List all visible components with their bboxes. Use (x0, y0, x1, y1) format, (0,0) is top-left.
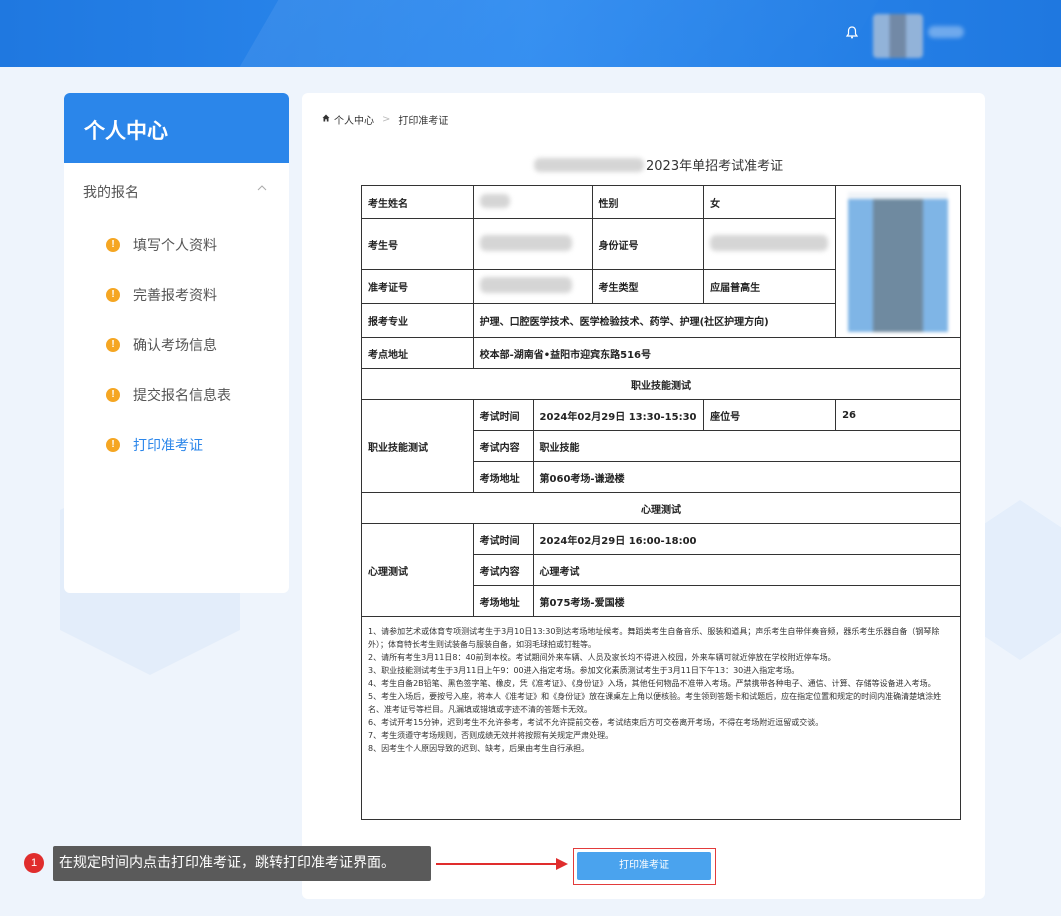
voc-room-label: 考场地址 (472, 461, 534, 493)
voc-seat-value: 26 (835, 399, 961, 431)
user-avatar[interactable] (873, 14, 923, 58)
ticket-title-text: 2023年单招考试准考证 (646, 159, 784, 174)
gender-label: 性别 (591, 185, 705, 219)
main-panel: 个人中心 > 打印准考证 2023年单招考试准考证 考生姓名 性别 女 考生号 … (302, 93, 985, 899)
major-value: 护理、口腔医学技术、医学检验技术、药学、护理(社区护理方向) (472, 303, 837, 338)
examinee-no-label: 考生号 (361, 218, 474, 270)
note-item: 5、考生入场后，要按号入座，将本人《准考证》和《身份证》放在课桌左上角以便核验。… (368, 692, 942, 714)
site-label: 考点地址 (361, 337, 474, 369)
vocational-row-label: 职业技能测试 (361, 399, 474, 493)
note-item: 1、请参加艺术或体育专项测试考生于3月10日13:30到达考场地址候考。舞蹈类考… (368, 627, 940, 649)
note-item: 4、考生自备2B铅笔、黑色签字笔、橡皮，凭《准考证》、《身份证》入场，其他任何物… (368, 679, 936, 688)
home-icon (322, 114, 330, 125)
breadcrumb-separator: > (382, 114, 391, 125)
psych-room-value: 第075考场-爱国楼 (532, 585, 962, 617)
exam-notes: 1、请参加艺术或体育专项测试考生于3月10日13:30到达考场地址候考。舞蹈类考… (361, 616, 961, 820)
voc-seat-label: 座位号 (703, 399, 837, 431)
bell-icon[interactable] (845, 26, 859, 40)
examinee-no-value (472, 218, 593, 270)
warning-icon: ! (106, 388, 120, 402)
major-label: 报考专业 (361, 303, 474, 338)
breadcrumb-home[interactable]: 个人中心 (334, 112, 374, 127)
sidebar-title: 个人中心 (64, 93, 289, 163)
warning-icon: ! (106, 238, 120, 252)
psych-content-value: 心理考试 (532, 554, 962, 586)
warning-icon: ! (106, 288, 120, 302)
header-decoration (220, 0, 902, 67)
sidebar-item-label: 提交报名信息表 (133, 388, 231, 404)
id-value (703, 218, 837, 270)
sidebar-item-label: 完善报考资料 (133, 288, 217, 304)
voc-room-value: 第060考场-谦逊楼 (532, 461, 962, 493)
step-badge: 1 (24, 853, 44, 873)
sidebar-item-label: 确认考场信息 (133, 338, 217, 354)
psych-time-value: 2024年02月29日 16:00-18:00 (532, 523, 962, 555)
ticket-title: 2023年单招考试准考证 (534, 155, 783, 174)
name-value (472, 185, 593, 219)
note-item: 8、因考生个人原因导致的迟到、缺考，后果由考生自行承担。 (368, 744, 590, 753)
arrow-head-icon (556, 858, 568, 870)
sidebar-item-label: 填写个人资料 (133, 238, 217, 254)
name-label: 考生姓名 (361, 185, 474, 219)
warning-icon: ! (106, 338, 120, 352)
psych-section-title: 心理测试 (361, 492, 961, 524)
sidebar: 个人中心 我的报名 ! 填写个人资料 ! 完善报考资料 ! 确认考场信息 ! 提… (64, 93, 289, 593)
voc-content-value: 职业技能 (532, 430, 962, 462)
type-value: 应届普高生 (703, 269, 837, 304)
sidebar-item-label: 打印准考证 (133, 438, 203, 454)
voc-time-label: 考试时间 (472, 399, 534, 431)
type-label: 考生类型 (591, 269, 705, 304)
school-name-blurred (534, 157, 644, 172)
chevron-up-icon[interactable] (257, 183, 267, 193)
sidebar-group-my-registration[interactable]: 我的报名 (83, 182, 139, 202)
breadcrumb: 个人中心 > 打印准考证 (322, 112, 448, 127)
note-item: 7、考生须遵守考场规则，否则成绩无效并将按照有关规定严肃处理。 (368, 731, 614, 740)
psych-time-label: 考试时间 (472, 523, 534, 555)
annotation-arrow (436, 863, 558, 865)
note-item: 2、请所有考生3月11日8：40前到本校。考试期间外来车辆、人员及家长均不得进入… (368, 653, 836, 662)
sidebar-item-fill-personal-info[interactable]: ! 填写个人资料 (106, 235, 217, 255)
breadcrumb-current: 打印准考证 (398, 116, 449, 127)
sidebar-item-print-ticket[interactable]: ! 打印准考证 (106, 435, 203, 455)
psych-row-label: 心理测试 (361, 523, 474, 617)
note-item: 6、考试开考15分钟，迟到考生不允许参考，考试不允许提前交卷，考试结束后方可交卷… (368, 718, 824, 727)
voc-content-label: 考试内容 (472, 430, 534, 462)
id-label: 身份证号 (591, 218, 705, 270)
user-name-blurred[interactable] (928, 26, 964, 38)
vocational-section-title: 职业技能测试 (361, 368, 961, 400)
warning-icon: ! (106, 438, 120, 452)
note-item: 3、职业技能测试考生于3月11日上午9：00进入指定考场。参加文化素质测试考生于… (368, 666, 800, 675)
annotation-tip: 在规定时间内点击打印准考证，跳转打印准考证界面。 (53, 846, 431, 881)
voc-time-value: 2024年02月29日 13:30-15:30 (532, 399, 705, 431)
psych-room-label: 考场地址 (472, 585, 534, 617)
print-ticket-button[interactable]: 打印准考证 (577, 852, 711, 880)
psych-content-label: 考试内容 (472, 554, 534, 586)
admission-ticket-table: 考生姓名 性别 女 考生号 身份证号 准考证号 考生类型 应届普高生 报考专业 … (361, 185, 962, 820)
admission-no-value (472, 269, 593, 304)
sidebar-item-complete-application[interactable]: ! 完善报考资料 (106, 285, 217, 305)
site-value: 校本部-湖南省•益阳市迎宾东路516号 (472, 337, 962, 369)
admission-no-label: 准考证号 (361, 269, 474, 304)
examinee-photo (835, 185, 961, 338)
gender-value: 女 (703, 185, 837, 219)
sidebar-item-confirm-exam-site[interactable]: ! 确认考场信息 (106, 335, 217, 355)
sidebar-item-submit-form[interactable]: ! 提交报名信息表 (106, 385, 231, 405)
